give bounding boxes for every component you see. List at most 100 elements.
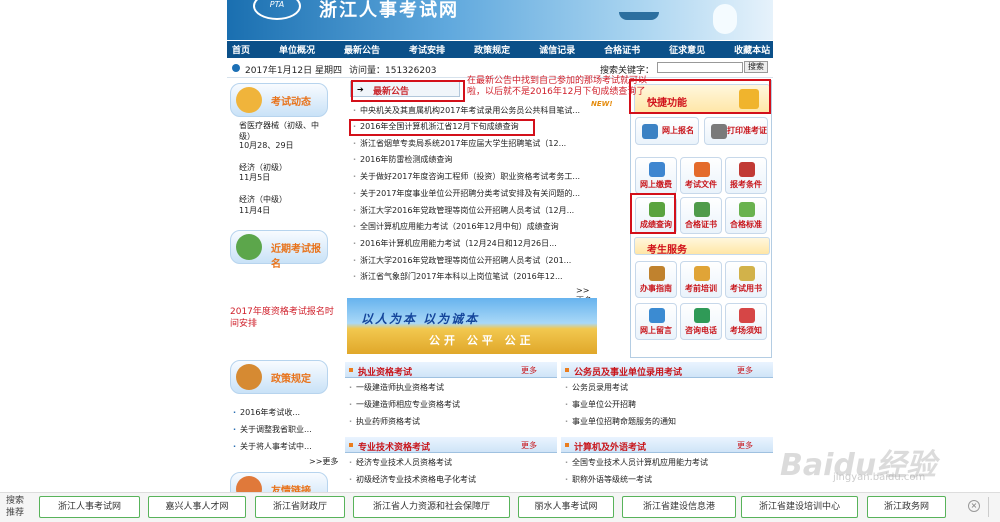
nav-certificate[interactable]: 合格证书 — [604, 43, 640, 56]
print-admission-button[interactable]: 打印准考证 — [704, 117, 768, 145]
nav-home[interactable]: 首页 — [232, 43, 250, 56]
nav-bookmark[interactable]: 收藏本站 — [734, 43, 770, 56]
search-recommend-bar: 搜索推荐 浙江人事考试网 嘉兴人事人才网 浙江省财政厅 浙江省人力资源和社会保障… — [0, 492, 1000, 522]
highlight-quick-header — [629, 79, 771, 114]
exam-item-name[interactable]: 省医疗器械（初级、中级） — [239, 120, 327, 142]
recommend-tag[interactable]: 嘉兴人事人才网 — [148, 496, 246, 518]
news-item[interactable]: · 浙江大学2016年党政管理等岗位公开招聘人员考试（201... — [353, 255, 597, 267]
policy-item[interactable]: · 关于调整我省职业... — [233, 424, 312, 435]
exam-news-icon — [236, 87, 262, 113]
bullet-icon: · — [349, 417, 353, 426]
message-button[interactable]: 网上留言 — [635, 303, 677, 340]
friend-links-header[interactable]: 友情链接 — [230, 472, 328, 492]
policy-item[interactable]: · 2016年考试收... — [233, 407, 300, 418]
recommend-label: 搜索推荐 — [6, 496, 25, 518]
hotline-button[interactable]: 咨询电话 — [680, 303, 722, 340]
category-item[interactable]: · 初级经济专业技术资格电子化考试 — [349, 474, 476, 485]
guide-label: 办事指南 — [640, 284, 672, 293]
recommend-tag[interactable]: 浙江省建设信息港 — [622, 496, 736, 518]
news-item-label: 2016年计算机应用能力考试（12月24日和12月26日... — [360, 239, 557, 248]
category-item[interactable]: · 公务员录用考试 — [565, 382, 628, 393]
news-item-label: 全国计算机应用能力考试（2016年12月中旬）成绩查询 — [360, 222, 559, 231]
pta-logo[interactable]: PTA — [253, 0, 301, 20]
search-label: 搜索关键字： — [600, 66, 655, 76]
phone-icon — [694, 308, 710, 323]
category-header[interactable]: 专业技术资格考试 更多 — [345, 437, 557, 453]
hotline-label: 咨询电话 — [685, 326, 717, 335]
recommend-tag[interactable]: 浙江政务网 — [867, 496, 946, 518]
news-item[interactable]: · 中央机关及其直属机构2017年考试录用公务员公共科目笔试... — [353, 105, 597, 117]
news-item-label: 2016年防雷检测成绩查询 — [360, 155, 453, 164]
nav-integrity[interactable]: 诚信记录 — [539, 43, 575, 56]
recommend-tag[interactable]: 浙江省财政厅 — [255, 496, 345, 518]
search-input[interactable] — [657, 62, 743, 73]
news-item[interactable]: · 关于2017年度事业单位公开招聘分类考试安排及有关问题的... — [353, 188, 597, 200]
search-button[interactable]: 搜索 — [744, 61, 768, 73]
registration-title: 近期考试报名 — [271, 244, 321, 270]
eligibility-button[interactable]: 报考条件 — [725, 157, 767, 194]
bullet-icon: · — [353, 155, 357, 164]
recommend-tag[interactable]: 浙江人事考试网 — [39, 496, 140, 518]
close-icon[interactable]: × — [968, 500, 980, 512]
guide-button[interactable]: 办事指南 — [635, 261, 677, 298]
category-more-link[interactable]: 更多 — [737, 365, 753, 376]
online-register-button[interactable]: 网上报名 — [635, 117, 699, 145]
eligibility-label: 报考条件 — [730, 180, 762, 189]
category-item[interactable]: · 一级建造师执业资格考试 — [349, 382, 444, 393]
news-item[interactable]: · 2016年计算机应用能力考试（12月24日和12月26日... — [353, 238, 597, 250]
category-item[interactable]: · 执业药师资格考试 — [349, 416, 420, 427]
sunflower-banner[interactable]: 以人为本 以为诚本 公开 公平 公正 — [347, 298, 597, 354]
bullet-icon: · — [565, 458, 569, 467]
main-nav: 首页 单位概况 最新公告 考试安排 政策规定 诚信记录 合格证书 征求意见 收藏… — [227, 41, 773, 58]
category-more-link[interactable]: 更多 — [521, 440, 537, 451]
nav-news[interactable]: 最新公告 — [344, 43, 380, 56]
recommend-tag[interactable]: 浙江省人力资源和社会保障厅 — [353, 496, 510, 518]
category-item[interactable]: · 职称外语等级统一考试 — [565, 474, 652, 485]
category-item[interactable]: · 事业单位公开招聘 — [565, 399, 636, 410]
exam-docs-button[interactable]: 考试文件 — [680, 157, 722, 194]
nav-policy[interactable]: 政策规定 — [474, 43, 510, 56]
computer-icon — [649, 308, 665, 323]
news-item[interactable]: · 全国计算机应用能力考试（2016年12月中旬）成绩查询 — [353, 221, 597, 233]
category-title: 执业资格考试 — [358, 368, 413, 378]
registration-note-link[interactable]: 2017年度资格考试报名时间安排 — [230, 306, 340, 330]
category-header[interactable]: 执业资格考试 更多 — [345, 362, 557, 378]
category-item[interactable]: · 一级建造师相应专业资格考试 — [349, 399, 460, 410]
policy-more-link[interactable]: >>更多 — [309, 456, 338, 467]
news-item[interactable]: · 关于做好2017年度咨询工程师（投资）职业资格考试考务工... — [353, 171, 597, 183]
candidate-services-title: 考生服务 — [647, 245, 687, 256]
certificate-button[interactable]: 合格证书 — [680, 197, 722, 234]
category-more-link[interactable]: 更多 — [737, 440, 753, 451]
visit-counter: 访问量：151326203 — [349, 66, 437, 76]
registration-header[interactable]: 近期考试报名 — [230, 230, 328, 270]
policy-header[interactable]: 政策规定 — [230, 360, 328, 394]
exam-news-header[interactable]: 考试动态 — [230, 83, 328, 117]
nav-schedule[interactable]: 考试安排 — [409, 43, 445, 56]
recommend-tag[interactable]: 浙江省建设培训中心 — [741, 496, 858, 518]
category-item[interactable]: · 事业单位招聘命题服务的通知 — [565, 416, 676, 427]
exam-item-name[interactable]: 经济（中级） — [239, 194, 287, 205]
recommend-tag[interactable]: 丽水人事考试网 — [518, 496, 614, 518]
category-more-link[interactable]: 更多 — [521, 365, 537, 376]
news-item[interactable]: · 浙江大学2016年党政管理等岗位公开招聘人员考试（12月... — [353, 205, 597, 217]
news-item[interactable]: · 2016年防雷检测成绩查询 — [353, 154, 597, 166]
nav-about[interactable]: 单位概况 — [279, 43, 315, 56]
category-item[interactable]: · 经济专业技术人员资格考试 — [349, 457, 452, 468]
training-button[interactable]: 考前培训 — [680, 261, 722, 298]
pass-standard-button[interactable]: 合格标准 — [725, 197, 767, 234]
policy-item[interactable]: · 关于将人事考试中... — [233, 441, 312, 452]
divider — [988, 497, 989, 517]
category-item[interactable]: · 全国专业技术人员计算机应用能力考试 — [565, 457, 708, 468]
category-item-label: 经济专业技术人员资格考试 — [356, 458, 453, 467]
exam-books-button[interactable]: 考试用书 — [725, 261, 767, 298]
venue-rules-button[interactable]: 考场须知 — [725, 303, 767, 340]
news-item-label: 关于做好2017年度咨询工程师（投资）职业资格考试考务工... — [360, 172, 581, 181]
news-item[interactable]: · 浙江省烟草专卖局系统2017年应届大学生招聘笔试（12... — [353, 138, 597, 150]
online-payment-button[interactable]: 网上缴费 — [635, 157, 677, 194]
category-header[interactable]: 公务员及事业单位录用考试 更多 — [561, 362, 773, 378]
message-label: 网上留言 — [640, 326, 672, 335]
category-header[interactable]: 计算机及外语考试 更多 — [561, 437, 773, 453]
nav-feedback[interactable]: 征求意见 — [669, 43, 705, 56]
news-item[interactable]: · 浙江省气象部门2017年本科以上岗位笔试（2016年12... — [353, 271, 597, 283]
highlight-score-news — [349, 119, 535, 136]
